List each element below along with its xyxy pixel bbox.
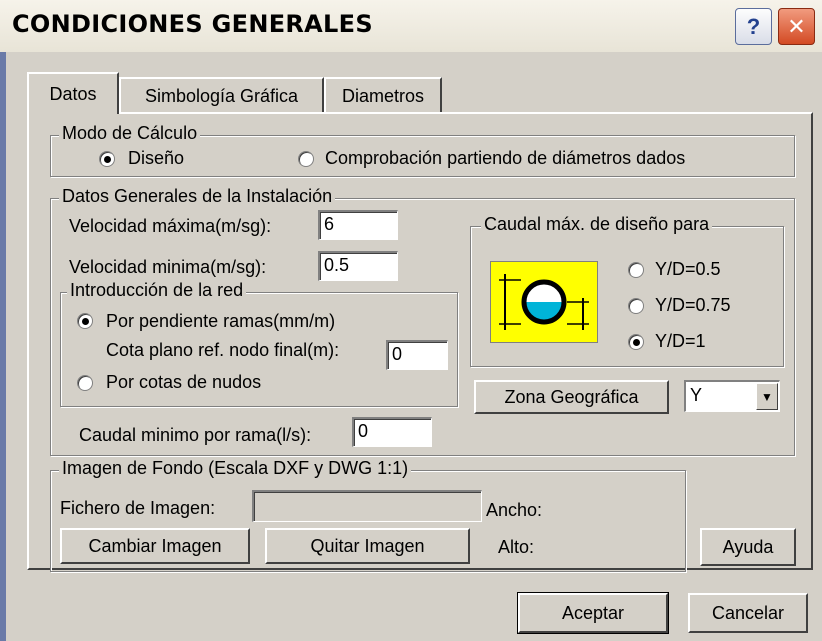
- pipe-section-icon: [490, 261, 598, 343]
- aceptar-button[interactable]: Aceptar: [517, 592, 669, 634]
- radio-pendiente-ramas[interactable]: [77, 313, 93, 329]
- vel-min-input[interactable]: 0.5: [318, 251, 398, 281]
- title-bar[interactable]: CONDICIONES GENERALES ? ✕: [0, 0, 822, 52]
- tab-simbologia-grafica[interactable]: Simbología Gráfica: [119, 77, 324, 113]
- dialog-title: CONDICIONES GENERALES: [12, 10, 373, 38]
- quitar-imagen-button[interactable]: Quitar Imagen: [265, 528, 470, 564]
- radio-yd-05-label: Y/D=0.5: [655, 259, 721, 279]
- zona-geografica-select[interactable]: Y ▼: [684, 380, 780, 412]
- imagen-fondo-legend: Imagen de Fondo (Escala DXF y DWG 1:1): [59, 458, 412, 479]
- radio-comprobacion[interactable]: [298, 151, 314, 167]
- caudal-minimo-input[interactable]: 0: [352, 417, 432, 447]
- caudal-minimo-label: Caudal minimo por rama(l/s):: [79, 425, 312, 445]
- vel-max-label: Velocidad máxima(m/sg):: [69, 216, 272, 236]
- cota-plano-label: Cota plano ref. nodo final(m):: [106, 340, 340, 360]
- modo-calculo-legend: Modo de Cálculo: [59, 123, 201, 144]
- radio-yd-1[interactable]: [628, 334, 644, 350]
- pipe-section-drawing: [499, 274, 589, 330]
- radio-yd-075[interactable]: [628, 298, 644, 314]
- radio-cotas-nudos[interactable]: [77, 375, 93, 391]
- caudal-maximo-legend: Caudal máx. de diseño para: [481, 214, 713, 235]
- fichero-imagen-input[interactable]: [252, 490, 482, 522]
- radio-yd-05[interactable]: [628, 262, 644, 278]
- zona-geografica-button[interactable]: Zona Geográfica: [474, 380, 669, 414]
- cancelar-button[interactable]: Cancelar: [688, 593, 808, 633]
- dialog-window: CONDICIONES GENERALES ? ✕ Datos Simbolog…: [0, 0, 822, 641]
- datos-generales-legend: Datos Generales de la Instalación: [59, 186, 336, 207]
- radio-selected-dot: [633, 339, 640, 346]
- radio-yd-075-label: Y/D=0.75: [655, 295, 731, 315]
- ancho-label: Ancho:: [486, 500, 543, 520]
- tab-diametros[interactable]: Diametros: [324, 77, 442, 113]
- cambiar-imagen-button[interactable]: Cambiar Imagen: [60, 528, 250, 564]
- zona-geografica-value: Y: [690, 385, 703, 405]
- alto-label: Alto:: [498, 537, 535, 557]
- tab-datos[interactable]: Datos: [27, 72, 119, 114]
- fichero-imagen-label: Fichero de Imagen:: [60, 498, 216, 518]
- radio-comprobacion-label: Comprobación partiendo de diámetros dado…: [325, 148, 686, 168]
- radio-selected-dot: [104, 156, 111, 163]
- radio-yd-1-label: Y/D=1: [655, 331, 706, 351]
- radio-diseno[interactable]: [99, 151, 115, 167]
- window-frame-edge: [0, 52, 6, 641]
- radio-diseno-label: Diseño: [128, 148, 185, 168]
- radio-cotas-nudos-label: Por cotas de nudos: [106, 372, 262, 392]
- ayuda-button[interactable]: Ayuda: [700, 528, 796, 566]
- vel-max-input[interactable]: 6: [318, 210, 398, 240]
- introduccion-red-legend: Introducción de la red: [67, 280, 247, 301]
- radio-pendiente-ramas-label: Por pendiente ramas(mm/m): [106, 311, 336, 331]
- vel-min-label: Velocidad minima(m/sg):: [69, 257, 267, 277]
- radio-selected-dot: [82, 318, 89, 325]
- chevron-down-icon[interactable]: ▼: [756, 383, 778, 410]
- cota-plano-input[interactable]: 0: [386, 340, 448, 370]
- help-button[interactable]: ?: [735, 8, 772, 45]
- close-button[interactable]: ✕: [778, 8, 815, 45]
